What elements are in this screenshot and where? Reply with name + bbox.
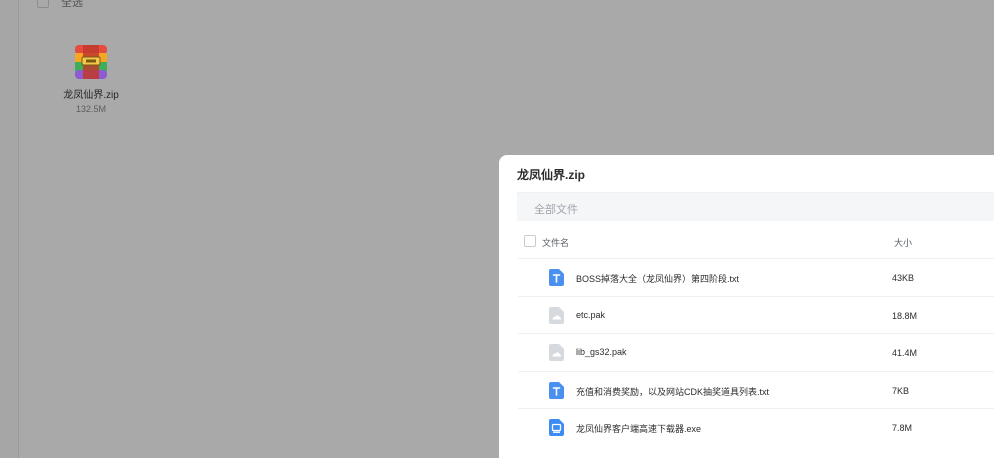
table-row[interactable]: lib_gs32.pak 41.4M bbox=[518, 333, 994, 371]
column-header-size[interactable]: 大小 bbox=[894, 236, 912, 249]
file-size: 18.8M bbox=[892, 310, 918, 321]
table-row[interactable]: BOSS掉落大全（龙凤仙界）第四阶段.txt 43KB bbox=[518, 258, 994, 296]
file-tile[interactable]: 龙凤仙界.zip 132.5M bbox=[52, 44, 130, 114]
txt-file-icon bbox=[549, 381, 564, 399]
table-row[interactable]: etc.pak 18.8M bbox=[518, 295, 994, 334]
zip-archive-icon bbox=[75, 45, 107, 79]
exe-file-icon bbox=[549, 419, 564, 436]
file-name: BOSS掉落大全（龙凤仙界）第四阶段.txt bbox=[576, 274, 740, 284]
file-size: 132.5M bbox=[75, 104, 107, 114]
select-all-label: 全选 bbox=[61, 0, 83, 9]
select-all-files-checkbox[interactable] bbox=[524, 235, 536, 247]
file-name: lib_gs32.pak bbox=[576, 347, 627, 357]
file-size: 7.8M bbox=[892, 423, 913, 433]
panel-title: 龙凤仙界.zip bbox=[517, 168, 585, 182]
zip-preview-panel: 龙凤仙界.zip 全部文件 文件名 大小 BOSS掉落大全（龙凤仙界）第四阶段.… bbox=[499, 155, 994, 458]
breadcrumb: 全部文件 bbox=[517, 192, 994, 221]
table-header: 文件名 大小 bbox=[524, 233, 994, 257]
column-header-name[interactable]: 文件名 bbox=[542, 236, 569, 249]
file-name: 龙凤仙界.zip bbox=[63, 90, 119, 101]
file-size: 41.4M bbox=[892, 348, 918, 358]
file-list: BOSS掉落大全（龙凤仙界）第四阶段.txt 43KB etc.pak 18.8… bbox=[518, 258, 994, 446]
select-all-checkbox[interactable] bbox=[37, 0, 49, 8]
sidebar-edge bbox=[0, 0, 19, 458]
table-row[interactable]: 充值和消费奖励，以及网站CDK抽奖道具列表.txt 7KB bbox=[518, 370, 994, 409]
txt-file-icon bbox=[549, 269, 564, 286]
breadcrumb-all-files[interactable]: 全部文件 bbox=[534, 201, 578, 217]
file-size: 43KB bbox=[892, 273, 915, 283]
file-name: 充值和消费奖励，以及网站CDK抽奖道具列表.txt bbox=[576, 386, 770, 397]
file-name: etc.pak bbox=[576, 309, 606, 320]
file-size: 7KB bbox=[892, 385, 910, 396]
generic-file-icon bbox=[549, 344, 564, 361]
file-name: 龙凤仙界客户端高速下载器.exe bbox=[576, 424, 702, 434]
table-row[interactable]: 龙凤仙界客户端高速下载器.exe 7.8M bbox=[518, 408, 994, 446]
generic-file-icon bbox=[549, 306, 564, 324]
select-all[interactable]: 全选 bbox=[37, 0, 83, 10]
